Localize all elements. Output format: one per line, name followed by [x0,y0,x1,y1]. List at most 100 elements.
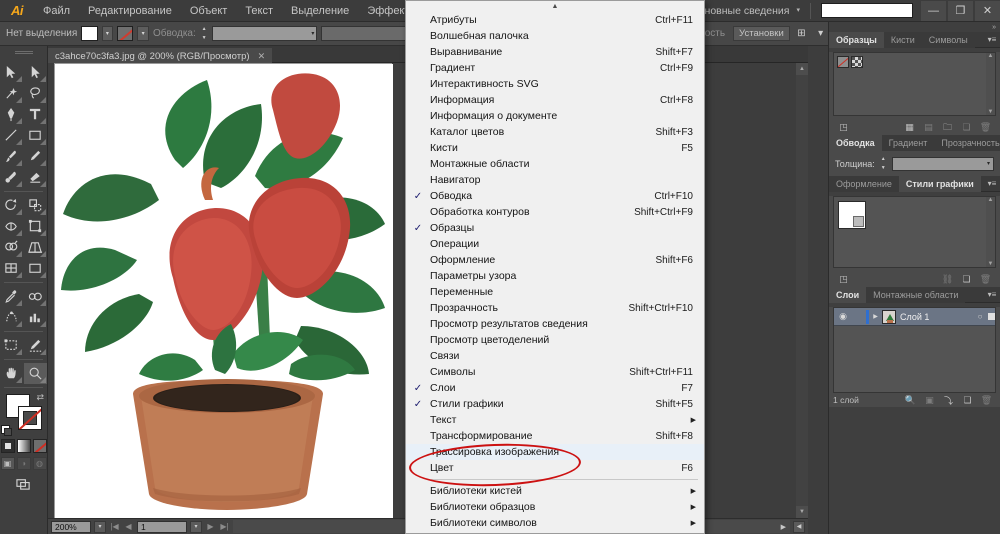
next-artboard-icon[interactable]: ▶ [205,522,216,531]
close-button[interactable]: ✕ [975,1,1000,21]
draw-normal-icon[interactable]: ▣ [1,457,15,470]
window-menu-item-19[interactable]: Просмотр результатов сведения [406,316,704,332]
mesh-tool[interactable] [0,258,24,279]
panel-menu-icon[interactable]: ▾≡ [984,287,1000,302]
rectangle-tool[interactable] [24,125,48,146]
menu-0[interactable]: Файл [34,0,79,22]
window-menu-item-15[interactable]: ОформлениеShift+F6 [406,252,704,268]
blob-brush-tool[interactable] [0,167,24,188]
eyedropper-tool[interactable] [0,286,24,307]
swatch-options-icon[interactable]: ▤ [919,121,938,134]
window-menu-item-0[interactable]: АтрибутыCtrl+F11 [406,12,704,28]
layer-name[interactable]: Слой 1 [896,312,972,322]
draw-inside-icon[interactable]: ◍ [33,457,47,470]
direct-selection-tool[interactable] [24,62,48,83]
search-input[interactable] [821,3,913,18]
window-menu-item-8[interactable]: КистиF5 [406,140,704,156]
window-menu-item-24[interactable]: ✓Стили графикиShift+F5 [406,396,704,412]
tab-стили-графики[interactable]: Стили графики [899,176,981,192]
menu-3[interactable]: Текст [236,0,282,22]
last-artboard-icon[interactable]: ▶| [219,522,230,531]
fill-dropdown-icon[interactable]: ▾ [102,26,114,41]
fill-color-swatch[interactable] [81,26,97,41]
artboard-number-field[interactable]: 1 [137,521,187,533]
presets-button[interactable]: Установки [733,26,790,41]
style-libraries-icon[interactable]: ◳ [834,273,853,286]
window-menu-item-28[interactable]: ЦветF6 [406,460,704,476]
window-menu-item-14[interactable]: Операции [406,236,704,252]
stroke-weight-stepper[interactable]: ▲▼ [200,26,209,41]
type-tool[interactable] [24,104,48,125]
minimize-button[interactable]: — [921,1,946,21]
window-menu-item-2[interactable]: ВыравниваниеShift+F7 [406,44,704,60]
prev-artboard-icon[interactable]: ◀ [123,522,134,531]
window-menu-item-21[interactable]: Связи [406,348,704,364]
zoom-tool[interactable] [24,363,48,384]
stroke-swatch[interactable] [18,406,42,430]
align-dropdown-icon[interactable]: ▾ [813,26,828,41]
rotate-tool[interactable] [0,195,24,216]
menu-4[interactable]: Выделение [282,0,358,22]
eraser-tool[interactable] [24,167,48,188]
graphic-styles-grid[interactable]: ▲▼ [833,196,996,268]
window-menu-item-23[interactable]: ✓СлоиF7 [406,380,704,396]
window-menu-dropdown[interactable]: ▲ АтрибутыCtrl+F11Волшебная палочкаВырав… [405,0,705,534]
default-fill-stroke-icon[interactable] [1,425,10,434]
tab-образцы[interactable]: Образцы [829,32,884,48]
align-icon[interactable]: ⊞ [794,26,809,41]
tab-градиент[interactable]: Градиент [882,135,935,151]
window-menu-item-1[interactable]: Волшебная палочка [406,28,704,44]
window-menu-item-17[interactable]: Переменные [406,284,704,300]
free-transform-tool[interactable] [24,216,48,237]
panel-menu-icon[interactable]: ▾≡ [984,32,1000,47]
panel-grip[interactable] [0,46,48,60]
restore-button[interactable]: ❐ [948,1,973,21]
graphic-style-item[interactable] [838,201,866,229]
new-layer-icon[interactable]: ❏ [958,394,977,407]
delete-style-icon[interactable]: 🗑 [976,273,995,286]
tab-кисти[interactable]: Кисти [884,32,922,48]
new-swatch-icon[interactable]: ❏ [957,121,976,134]
blend-tool[interactable] [24,286,48,307]
status-collapse-icon[interactable]: ◀ [793,521,805,533]
menu-1[interactable]: Редактирование [79,0,181,22]
window-menu-item-25[interactable]: Текст▶ [406,412,704,428]
menu-2[interactable]: Объект [181,0,236,22]
pen-tool[interactable] [0,104,24,125]
close-icon[interactable]: ✕ [258,51,266,62]
color-mode-icon[interactable] [1,439,15,453]
menu-scroll-up-icon[interactable]: ▲ [406,1,704,12]
delete-layer-icon[interactable]: 🗑 [977,394,996,407]
swatches-grid[interactable]: ▲▼ [833,52,996,116]
swatch-registration[interactable] [851,56,863,68]
window-menu-item-5[interactable]: ИнформацияCtrl+F8 [406,92,704,108]
show-swatch-kinds-icon[interactable]: ▦ [900,121,919,134]
scroll-down-icon[interactable]: ▼ [796,506,808,518]
stroke-weight-combo[interactable]: ▾ [212,26,317,41]
status-info-caret-icon[interactable]: ▶ [781,523,786,531]
artboard-dropdown-icon[interactable]: ▾ [190,521,202,533]
screen-mode-button[interactable] [0,476,47,491]
new-sublayer-icon[interactable]: ⤵ [939,394,958,407]
delete-swatch-icon[interactable]: 🗑 [976,121,995,134]
window-menu-item-32[interactable]: Библиотеки символов▶ [406,515,704,531]
symbol-sprayer-tool[interactable] [0,307,24,328]
window-menu-item-13[interactable]: ✓Образцы [406,220,704,236]
gradient-tool[interactable] [24,258,48,279]
swatches-scrollbar[interactable]: ▲▼ [986,53,995,115]
artboard-tool[interactable] [0,335,24,356]
pencil-tool[interactable] [24,146,48,167]
window-menu-item-6[interactable]: Информация о документе [406,108,704,124]
paintbrush-tool[interactable] [0,146,24,167]
column-graph-tool[interactable] [24,307,48,328]
stroke-dropdown-icon[interactable]: ▾ [137,26,149,41]
gradient-mode-icon[interactable] [17,439,31,453]
width-tool[interactable] [0,216,24,237]
scale-tool[interactable] [24,195,48,216]
panel-menu-icon[interactable]: ▾≡ [984,176,1000,191]
new-color-group-icon[interactable]: 🗀 [938,121,957,134]
window-menu-item-9[interactable]: Монтажные области [406,156,704,172]
tab-обводка[interactable]: Обводка [829,135,882,151]
shape-builder-tool[interactable] [0,237,24,258]
window-menu-item-11[interactable]: ✓ОбводкаCtrl+F10 [406,188,704,204]
